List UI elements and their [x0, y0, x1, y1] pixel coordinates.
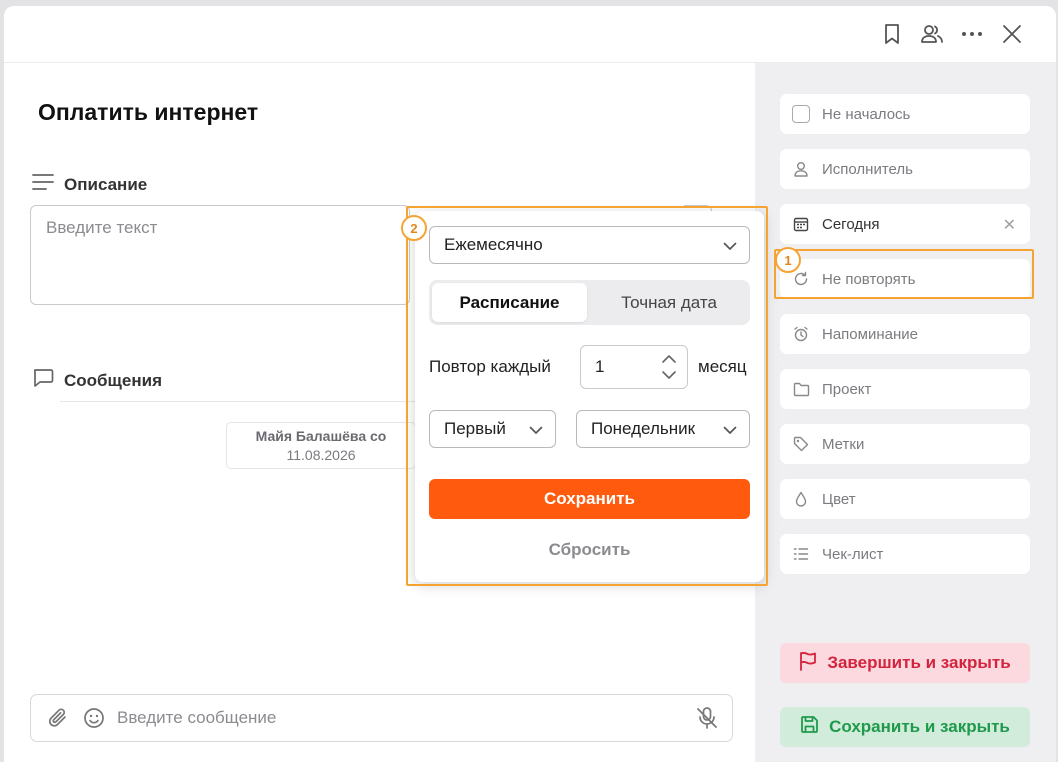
- reminder-item[interactable]: Напоминание: [780, 314, 1030, 354]
- checklist-item[interactable]: Чек-лист: [780, 534, 1030, 574]
- repeat-interval-stepper[interactable]: 1: [580, 345, 688, 389]
- tags-label: Метки: [822, 435, 865, 453]
- ordinal-select[interactable]: Первый: [429, 410, 556, 448]
- messages-header: Сообщения: [32, 368, 162, 393]
- project-label: Проект: [822, 380, 872, 398]
- repeat-interval-value: 1: [595, 357, 605, 376]
- drop-icon: [792, 490, 810, 508]
- chevron-down-icon: [723, 239, 737, 253]
- repeat-item[interactable]: Не повторять: [780, 259, 1030, 299]
- clear-date-icon[interactable]: ✕: [1003, 215, 1016, 235]
- checklist-label: Чек-лист: [822, 545, 884, 563]
- folder-icon: [792, 380, 810, 398]
- color-label: Цвет: [822, 490, 856, 508]
- finish-close-label: Завершить и закрыть: [827, 653, 1011, 672]
- ordinal-value: Первый: [444, 419, 506, 438]
- color-item[interactable]: Цвет: [780, 479, 1030, 519]
- system-message: Майя Балашёва со 11.08.2026: [226, 422, 416, 469]
- close-icon[interactable]: [998, 20, 1026, 48]
- mic-off-icon[interactable]: [694, 705, 720, 731]
- assignee-label: Исполнитель: [822, 160, 913, 178]
- message-composer[interactable]: Введите сообщение: [30, 694, 733, 742]
- stepper-arrows-icon[interactable]: [661, 352, 677, 382]
- weekday-select[interactable]: Понедельник: [576, 410, 750, 448]
- reminder-label: Напоминание: [822, 325, 918, 343]
- repeat-label: Не повторять: [822, 270, 916, 288]
- floppy-icon: [800, 715, 819, 739]
- user-icon: [792, 160, 810, 178]
- task-sidebar: Не началось Исполнитель Сегодня ✕ Не пов…: [755, 63, 1056, 762]
- save-close-button[interactable]: Сохранить и закрыть: [780, 707, 1030, 747]
- weekday-value: Понедельник: [591, 419, 696, 438]
- repeat-popup: Ежемесячно Расписание Точная дата Повтор…: [415, 211, 764, 582]
- more-icon[interactable]: [958, 20, 986, 48]
- mode-tabs: Расписание Точная дата: [429, 280, 750, 325]
- save-close-label: Сохранить и закрыть: [829, 717, 1010, 736]
- tab-exact-date[interactable]: Точная дата: [591, 283, 747, 322]
- messages-label: Сообщения: [64, 370, 162, 390]
- tab-schedule[interactable]: Расписание: [432, 283, 587, 322]
- repeat-icon: [792, 270, 810, 288]
- checklist-icon: [792, 545, 810, 563]
- flag-icon: [799, 651, 817, 676]
- tags-item[interactable]: Метки: [780, 424, 1030, 464]
- chat-icon: [32, 368, 54, 393]
- frequency-value: Ежемесячно: [444, 235, 543, 254]
- chevron-down-icon: [723, 423, 737, 437]
- lines-icon: [32, 173, 54, 196]
- assignee-item[interactable]: Исполнитель: [780, 149, 1030, 189]
- project-item[interactable]: Проект: [780, 369, 1030, 409]
- messages-divider: [60, 401, 420, 402]
- reset-button[interactable]: Сбросить: [429, 537, 750, 563]
- tag-icon: [792, 435, 810, 453]
- frequency-select[interactable]: Ежемесячно: [429, 226, 750, 264]
- repeat-every-label: Повтор каждый: [429, 357, 551, 376]
- attach-icon[interactable]: [45, 705, 71, 731]
- message-date: 11.08.2026: [286, 447, 356, 463]
- repeat-unit-label: месяц: [698, 357, 747, 376]
- task-title[interactable]: Оплатить интернет: [38, 99, 258, 126]
- status-item[interactable]: Не началось: [780, 94, 1030, 134]
- emoji-icon[interactable]: [81, 705, 107, 731]
- save-button[interactable]: Сохранить: [429, 479, 750, 519]
- message-author: Майя Балашёва со: [255, 428, 387, 444]
- alarm-icon: [792, 325, 810, 343]
- description-label: Описание: [64, 174, 148, 194]
- due-date-item[interactable]: Сегодня ✕: [780, 204, 1030, 244]
- top-bar: [4, 6, 1056, 63]
- message-input[interactable]: Введите сообщение: [117, 708, 732, 728]
- step-badge-2: 2: [401, 215, 427, 241]
- chevron-down-icon: [529, 423, 543, 437]
- due-date-label: Сегодня: [822, 215, 880, 233]
- description-header: Описание: [32, 173, 147, 196]
- finish-close-button[interactable]: Завершить и закрыть: [780, 643, 1030, 683]
- description-input[interactable]: Введите текст: [30, 205, 410, 305]
- members-icon[interactable]: [918, 20, 946, 48]
- status-checkbox[interactable]: [792, 105, 810, 123]
- bookmark-icon[interactable]: [878, 20, 906, 48]
- status-label: Не началось: [822, 105, 911, 123]
- step-badge-1: 1: [775, 247, 801, 273]
- calendar-icon: [792, 215, 810, 233]
